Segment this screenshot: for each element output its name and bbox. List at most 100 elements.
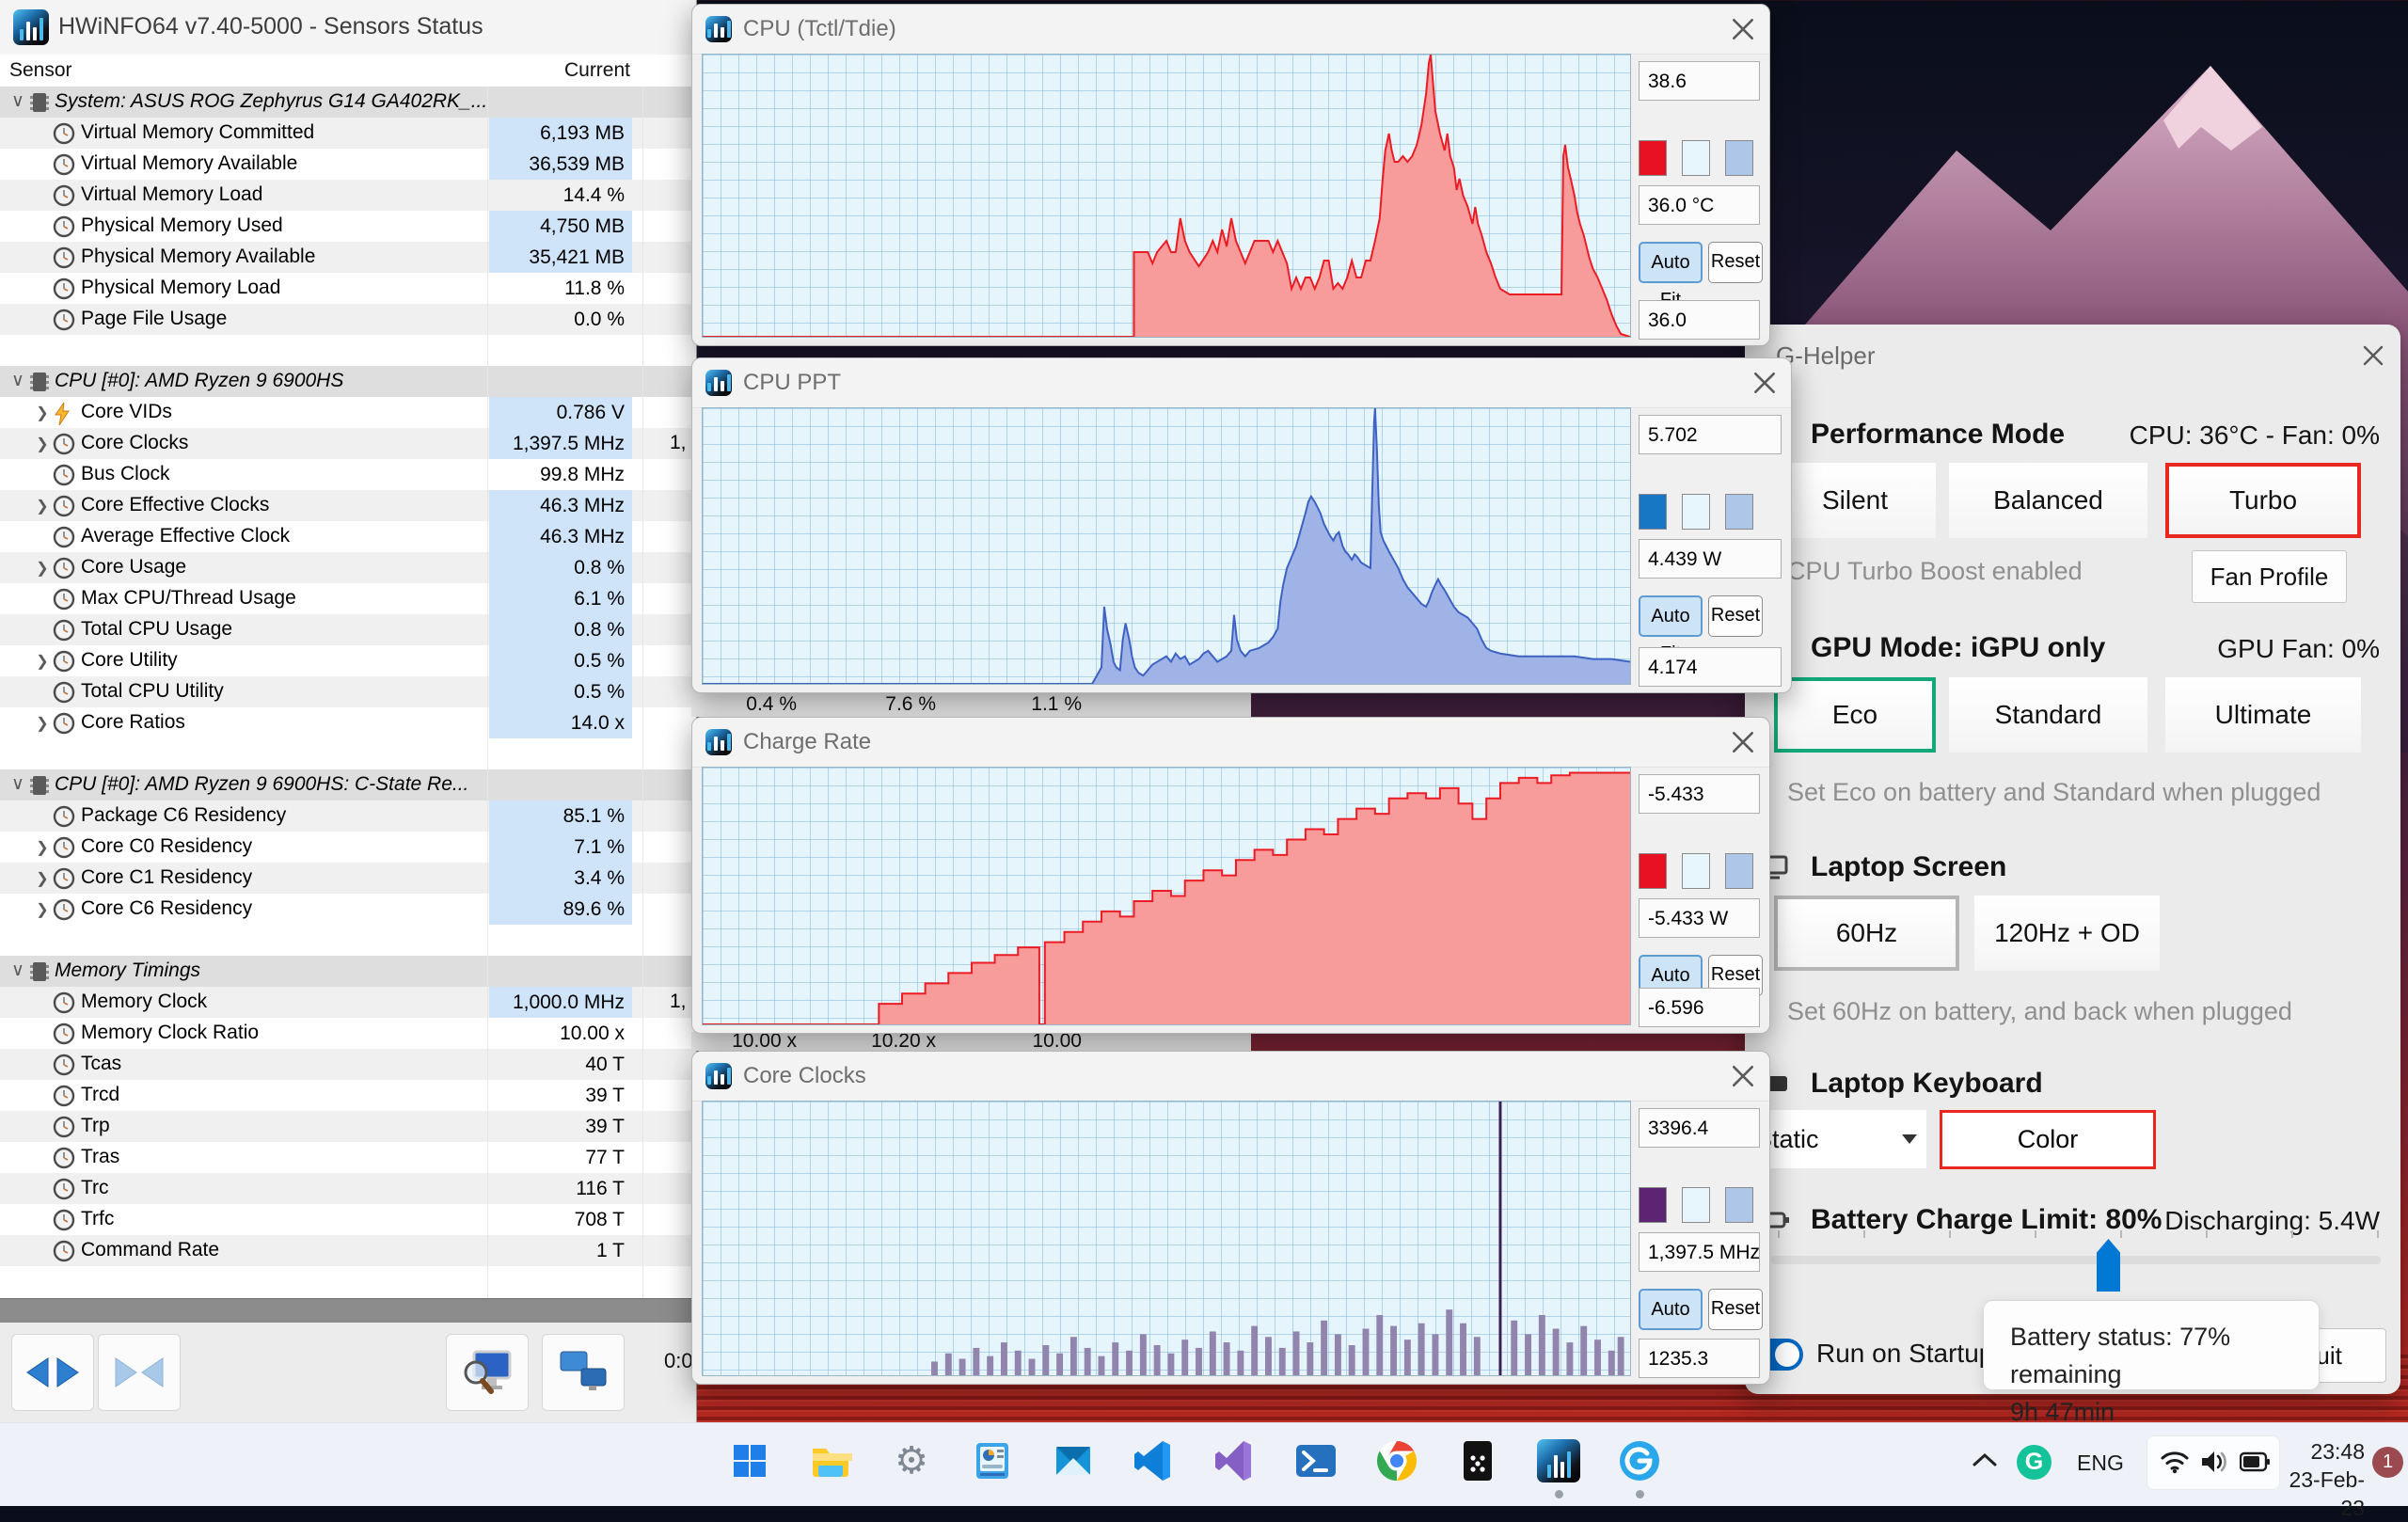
collapse-columns-button[interactable] — [98, 1334, 181, 1411]
series-color-swatch[interactable] — [1639, 494, 1667, 530]
table-row[interactable]: ❯ Core C6 Residency 89.6 % — [0, 894, 696, 925]
settings-gear-icon[interactable]: ⚙ — [890, 1439, 933, 1482]
battery-limit-slider[interactable] — [1771, 1256, 2381, 1264]
tree-chevron-icon[interactable]: ❯ — [32, 714, 53, 733]
table-row[interactable]: Trcd 39 T — [0, 1080, 696, 1111]
table-row[interactable]: Bus Clock 99.8 MHz — [0, 459, 696, 490]
table-row[interactable]: Average Effective Clock 46.3 MHz — [0, 521, 696, 552]
tray-chevron-icon[interactable] — [1972, 1451, 1998, 1469]
table-row[interactable]: Physical Memory Load 11.8 % — [0, 273, 696, 304]
tree-chevron-icon[interactable]: ❯ — [32, 435, 53, 453]
series-color-swatch[interactable] — [1639, 1187, 1667, 1223]
graph-titlebar[interactable]: Charge Rate — [692, 718, 1769, 768]
graph-titlebar[interactable]: CPU (Tctl/Tdie) — [692, 5, 1769, 55]
table-row[interactable]: Tcas 40 T — [0, 1049, 696, 1080]
powershell-icon[interactable] — [1294, 1439, 1338, 1482]
background-color-swatch[interactable] — [1682, 853, 1710, 889]
table-row[interactable] — [0, 738, 696, 769]
visual-studio-icon[interactable] — [1213, 1439, 1257, 1482]
grammarly-tray-icon[interactable]: G — [2017, 1445, 2052, 1480]
auto-fit-button[interactable]: Auto Fit — [1639, 1289, 1703, 1357]
table-row[interactable]: Trfc 708 T — [0, 1204, 696, 1235]
table-row[interactable]: Trp 39 T — [0, 1111, 696, 1142]
auto-fit-button[interactable]: Auto Fit — [1639, 595, 1703, 664]
table-row[interactable]: Page File Usage 0.0 % — [0, 304, 696, 335]
language-indicator[interactable]: ENG — [2077, 1451, 2124, 1476]
reset-button[interactable]: Reset — [1708, 242, 1763, 283]
ultimate-button[interactable]: Ultimate — [2165, 677, 2361, 753]
close-icon[interactable] — [1730, 16, 1756, 42]
reset-button[interactable]: Reset — [1708, 595, 1763, 637]
table-row[interactable] — [0, 335, 696, 366]
table-row[interactable]: ∨ Memory Timings — [0, 956, 696, 987]
horizontal-scrollbar[interactable] — [0, 1298, 696, 1324]
tree-chevron-icon[interactable]: ∨ — [8, 90, 28, 112]
tree-chevron-icon[interactable]: ∨ — [8, 370, 28, 391]
tree-chevron-icon[interactable]: ❯ — [32, 838, 53, 857]
table-row[interactable]: Trc 116 T — [0, 1173, 696, 1204]
table-row[interactable]: Physical Memory Used 4,750 MB — [0, 211, 696, 242]
background-color-swatch[interactable] — [1682, 1187, 1710, 1223]
file-explorer-icon[interactable] — [809, 1439, 852, 1482]
standard-button[interactable]: Standard — [1949, 677, 2147, 753]
hwinfo-titlebar[interactable]: HWiNFO64 v7.40-5000 - Sensors Status — [0, 0, 696, 55]
color-button[interactable]: Color — [1940, 1110, 2156, 1169]
tree-chevron-icon[interactable]: ❯ — [32, 900, 53, 919]
table-row[interactable]: ❯ Core C1 Residency 3.4 % — [0, 863, 696, 894]
grid-color-swatch[interactable] — [1725, 853, 1753, 889]
tree-chevron-icon[interactable]: ❯ — [32, 559, 53, 578]
120hz-button[interactable]: 120Hz + OD — [1974, 896, 2160, 971]
grid-color-swatch[interactable] — [1725, 1187, 1753, 1223]
chrome-icon[interactable] — [1375, 1439, 1418, 1482]
table-row[interactable]: Virtual Memory Committed 6,193 MB — [0, 118, 696, 149]
system-monitor-icon[interactable] — [971, 1439, 1014, 1482]
tree-chevron-icon[interactable]: ❯ — [32, 652, 53, 671]
table-row[interactable]: ∨ System: ASUS ROG Zephyrus G14 GA402RK_… — [0, 87, 696, 118]
clock[interactable]: 23:48 23-Feb-23 — [2288, 1437, 2365, 1522]
monitor-search-button[interactable] — [446, 1334, 529, 1411]
series-color-swatch[interactable] — [1639, 140, 1667, 176]
ghelper-taskbar-icon[interactable] — [1618, 1439, 1661, 1482]
graph-titlebar[interactable]: Core Clocks — [692, 1052, 1769, 1102]
table-row[interactable]: Memory Clock Ratio 10.00 x — [0, 1018, 696, 1049]
table-row[interactable]: ❯ Core Usage 0.8 % — [0, 552, 696, 583]
notification-badge[interactable]: 1 — [2372, 1447, 2403, 1478]
table-row[interactable]: Physical Memory Available 35,421 MB — [0, 242, 696, 273]
background-color-swatch[interactable] — [1682, 140, 1710, 176]
tree-chevron-icon[interactable]: ❯ — [32, 497, 53, 515]
turbo-button[interactable]: Turbo — [2165, 463, 2361, 538]
table-row[interactable] — [0, 925, 696, 956]
expand-columns-button[interactable] — [11, 1334, 94, 1411]
hwinfo-taskbar-icon[interactable] — [1537, 1439, 1580, 1482]
close-icon[interactable] — [1751, 370, 1778, 396]
table-row[interactable]: Tras 77 T — [0, 1142, 696, 1173]
reset-button[interactable]: Reset — [1708, 1289, 1763, 1330]
table-row[interactable]: ❯ Core Utility 0.5 % — [0, 645, 696, 676]
fan-profile-button[interactable]: Fan Profile — [2192, 550, 2347, 603]
table-row[interactable]: ❯ Core Effective Clocks 46.3 MHz — [0, 490, 696, 521]
auto-fit-button[interactable]: Auto Fit — [1639, 242, 1703, 310]
table-row[interactable]: ∨ CPU [#0]: AMD Ryzen 9 6900HS: C-State … — [0, 769, 696, 801]
series-color-swatch[interactable] — [1639, 853, 1667, 889]
table-row[interactable]: ∨ CPU [#0]: AMD Ryzen 9 6900HS — [0, 366, 696, 397]
column-current[interactable]: Current — [489, 59, 630, 82]
table-row[interactable]: ❯ Core Ratios 14.0 x — [0, 707, 696, 738]
streaming-app-icon[interactable] — [1456, 1439, 1499, 1482]
table-row[interactable]: ❯ Core VIDs 0.786 V — [0, 397, 696, 428]
close-icon[interactable] — [1730, 1063, 1756, 1089]
grid-color-swatch[interactable] — [1725, 140, 1753, 176]
close-icon[interactable] — [2361, 343, 2385, 368]
table-row[interactable]: Max CPU/Thread Usage 6.1 % — [0, 583, 696, 614]
table-row[interactable]: ❯ Core Clocks 1,397.5 MHz 1, — [0, 428, 696, 459]
table-row[interactable]: Package C6 Residency 85.1 % — [0, 801, 696, 832]
table-row[interactable]: Memory Clock 1,000.0 MHz 1, — [0, 987, 696, 1018]
table-row[interactable]: ❯ Core C0 Residency 7.1 % — [0, 832, 696, 863]
remote-monitor-button[interactable] — [542, 1334, 625, 1411]
table-row[interactable]: Virtual Memory Load 14.4 % — [0, 180, 696, 211]
silent-button[interactable]: Silent — [1774, 463, 1936, 538]
slider-handle[interactable] — [2097, 1239, 2120, 1292]
vscode-icon[interactable] — [1133, 1439, 1176, 1482]
tree-chevron-icon[interactable]: ❯ — [32, 404, 53, 422]
tree-chevron-icon[interactable]: ❯ — [32, 869, 53, 888]
balanced-button[interactable]: Balanced — [1949, 463, 2147, 538]
